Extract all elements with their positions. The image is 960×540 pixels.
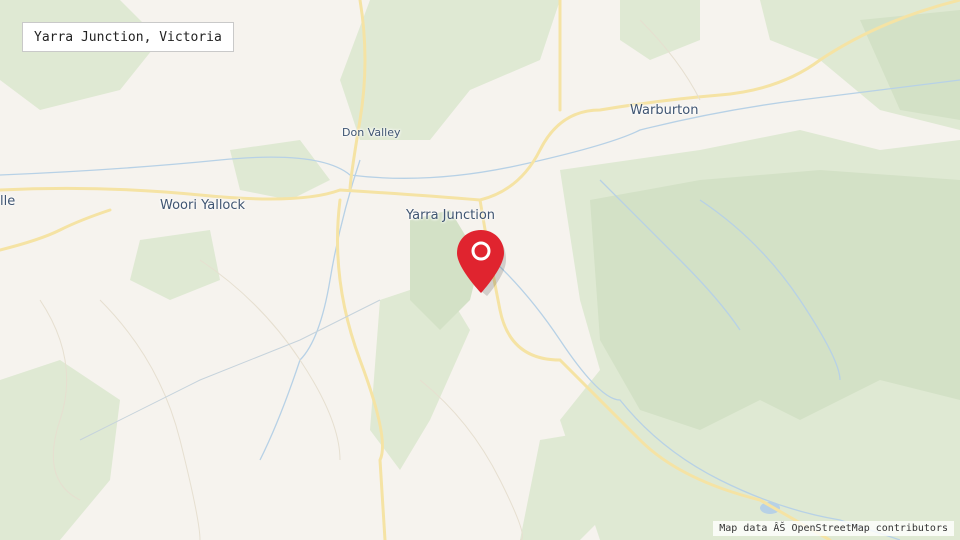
search-location-box[interactable]: Yarra Junction, Victoria bbox=[22, 22, 234, 52]
place-label-yarra-junction: Yarra Junction bbox=[406, 208, 496, 223]
map-attribution: Map data ÂŠ OpenStreetMap contributors bbox=[713, 521, 954, 536]
place-label-partial: lle bbox=[0, 194, 16, 209]
place-label-don-valley: Don Valley bbox=[342, 126, 401, 139]
place-label-warburton: Warburton bbox=[630, 103, 699, 118]
map-canvas[interactable] bbox=[0, 0, 960, 540]
place-label-woori-yallock: Woori Yallock bbox=[160, 198, 246, 213]
